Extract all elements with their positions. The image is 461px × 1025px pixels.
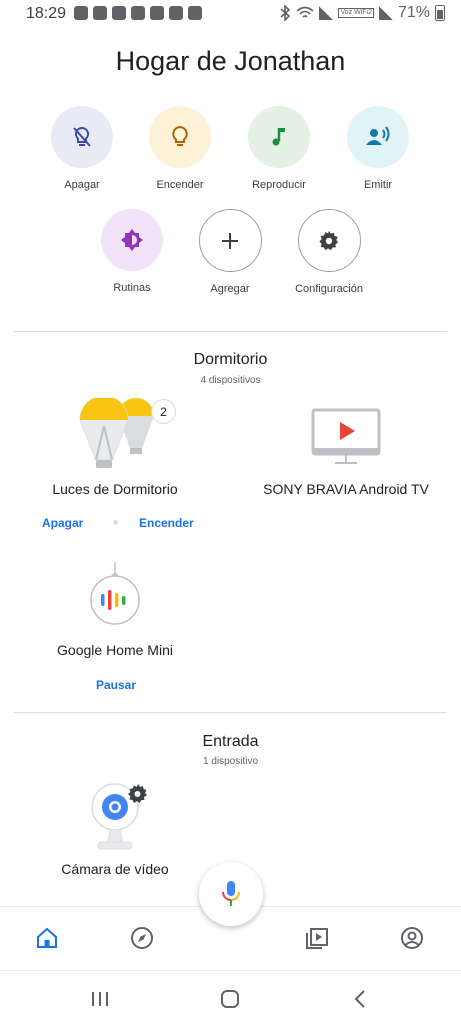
device-count-badge: 2: [151, 399, 176, 424]
assistant-mic-button[interactable]: [199, 862, 263, 926]
action-apagar-label: Apagar: [64, 179, 100, 191]
instagram-icon: [131, 6, 145, 20]
routines-icon: [121, 229, 143, 251]
signal-icon: [319, 6, 334, 20]
action-emitir-label: Emitir: [363, 179, 393, 191]
divider: [14, 331, 447, 332]
account-icon: [401, 927, 423, 949]
weather-icon: [150, 6, 164, 20]
tv-icon: [311, 408, 381, 464]
nav-home[interactable]: [34, 925, 60, 951]
lightbulb-icon: [172, 125, 188, 146]
speaker-icon: [90, 562, 140, 625]
message-icon: [169, 6, 183, 20]
action-rutinas-label: Rutinas: [113, 282, 151, 294]
microphone-icon: [222, 881, 240, 906]
mail-icon: [93, 6, 107, 20]
action-encender-circle[interactable]: [149, 106, 211, 168]
device-camera-image[interactable]: [86, 780, 150, 852]
status-right: Voz WiFi2 71%: [279, 4, 445, 22]
device-tv-image[interactable]: [311, 408, 381, 466]
recent-apps-button[interactable]: [86, 985, 114, 1013]
action-rutinas-circle[interactable]: [101, 209, 163, 271]
action-emitir[interactable]: Emitir: [328, 106, 428, 191]
action-configuracion[interactable]: Configuración: [279, 209, 379, 295]
music-note-icon: [272, 128, 285, 146]
action-apagar[interactable]: Apagar: [32, 106, 132, 191]
divider: [14, 712, 447, 713]
system-navigation: [0, 970, 461, 1025]
network-badge: Voz WiFi2: [338, 8, 374, 18]
bluetooth-icon: [280, 5, 291, 21]
device-name-camera[interactable]: Cámara de vídeo: [30, 861, 200, 877]
nav-discover[interactable]: [129, 925, 155, 951]
action-encender-label: Encender: [156, 179, 204, 191]
signal-icon-2: [378, 6, 393, 20]
nav-account[interactable]: [399, 925, 425, 951]
device-name-tv[interactable]: SONY BRAVIA Android TV: [246, 481, 446, 497]
separator-dot: [113, 520, 118, 525]
room-title-entrada[interactable]: Entrada: [0, 733, 461, 751]
recent-apps-icon: [92, 992, 108, 1006]
action-agregar-label: Agregar: [210, 283, 250, 295]
action-encender[interactable]: Encender: [130, 106, 230, 191]
status-time: 18:29: [26, 5, 67, 22]
action-emitir-circle[interactable]: [347, 106, 409, 168]
device-name-lights[interactable]: Luces de Dormitorio: [20, 481, 210, 497]
lights-on-link[interactable]: Encender: [139, 516, 194, 530]
room-count-entrada: 1 dispositivo: [202, 756, 259, 767]
status-bar: 18:29 Voz WiFi2 71%: [0, 0, 461, 30]
plus-icon: [222, 232, 238, 249]
notification-icons: [74, 6, 202, 20]
cast-voice-icon: [366, 126, 390, 145]
pause-link[interactable]: Pausar: [96, 678, 136, 692]
action-agregar[interactable]: Agregar: [180, 209, 280, 295]
device-name-home-mini[interactable]: Google Home Mini: [20, 642, 210, 658]
home-square-icon: [221, 990, 239, 1008]
device-home-mini-image[interactable]: [88, 562, 142, 628]
action-agregar-circle[interactable]: [198, 209, 262, 272]
battery-icon: [435, 5, 445, 21]
action-reproducir[interactable]: Reproducir: [229, 106, 329, 191]
camera-icon: [91, 783, 147, 850]
page-title: Hogar de Jonathan: [115, 46, 346, 76]
snapchat-icon: [112, 6, 126, 20]
action-configuracion-circle[interactable]: [297, 209, 361, 272]
back-button[interactable]: [346, 985, 374, 1013]
home-icon: [37, 927, 57, 948]
gear-icon: [319, 230, 339, 250]
action-configuracion-label: Configuración: [295, 283, 363, 295]
whatsapp-icon: [74, 6, 88, 20]
media-playlist-icon: [306, 928, 328, 949]
battery-text: 71%: [397, 4, 430, 21]
room-count-dormitorio: 4 dispositivos: [200, 375, 261, 386]
chat-icon: [188, 6, 202, 20]
lights-off-link[interactable]: Apagar: [42, 516, 83, 530]
light-off-icon: [73, 126, 91, 147]
nav-media[interactable]: [304, 925, 330, 951]
room-title-dormitorio[interactable]: Dormitorio: [0, 351, 461, 369]
action-rutinas[interactable]: Rutinas: [82, 209, 182, 294]
back-chevron-icon: [354, 990, 365, 1008]
wifi-icon: [296, 6, 314, 18]
compass-icon: [131, 927, 153, 949]
action-apagar-circle[interactable]: [51, 106, 113, 168]
action-reproducir-label: Reproducir: [252, 179, 306, 191]
action-reproducir-circle[interactable]: [248, 106, 310, 168]
home-button[interactable]: [216, 985, 244, 1013]
